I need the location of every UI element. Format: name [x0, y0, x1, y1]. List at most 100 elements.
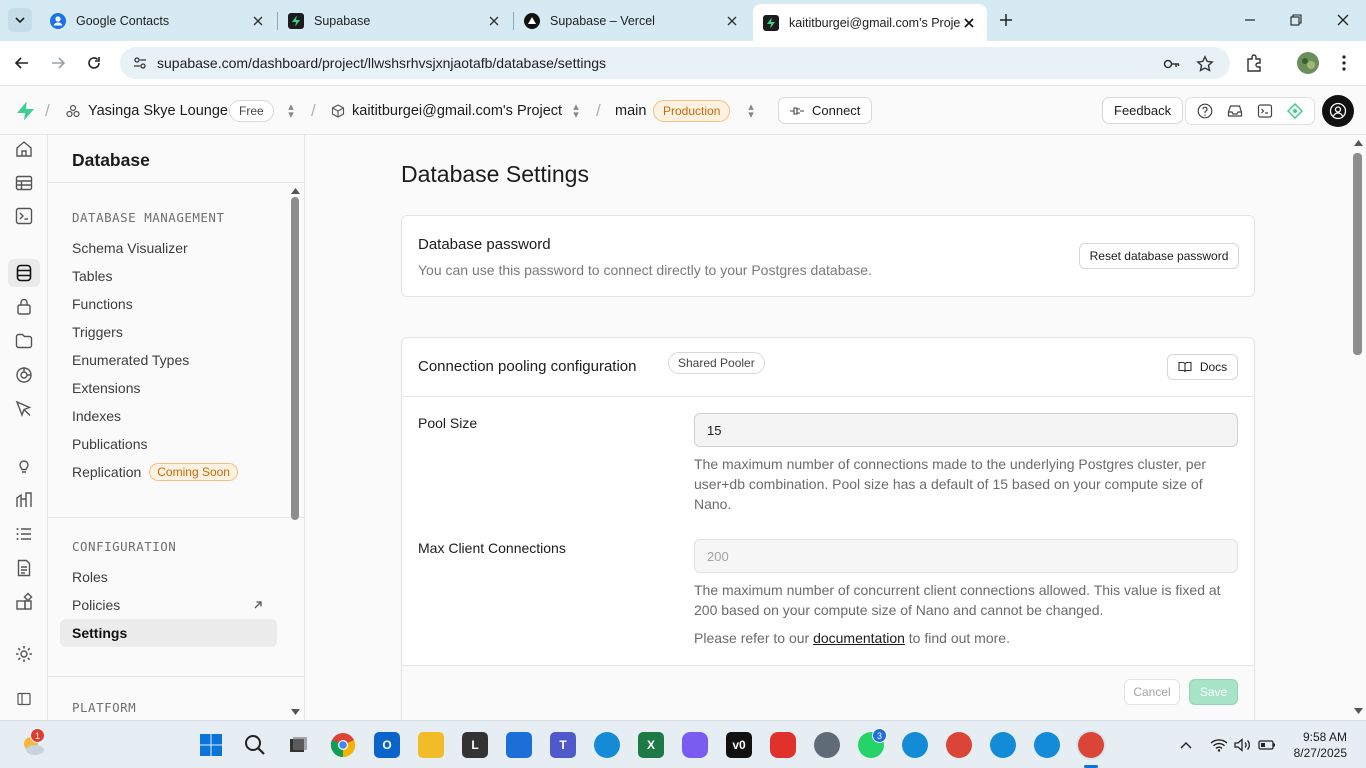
api-docs-icon[interactable] — [14, 558, 34, 578]
org-switcher-chevron-icon[interactable]: ▴ ▾ — [286, 86, 296, 135]
close-tab-icon[interactable] — [486, 13, 502, 29]
tab-search-dropdown-icon[interactable] — [8, 8, 32, 32]
volume-icon[interactable] — [1234, 721, 1252, 768]
forward-icon[interactable] — [46, 51, 70, 75]
project-name[interactable]: kaititburgei@gmail.com's Project — [352, 86, 562, 135]
pool-size-input[interactable]: 15 — [694, 413, 1238, 447]
password-key-icon[interactable] — [1162, 55, 1180, 73]
sql-editor-icon[interactable] — [14, 206, 34, 226]
profile-avatar-icon[interactable] — [1296, 51, 1320, 75]
branch-name[interactable]: main — [615, 86, 646, 135]
project-switcher-chevron-icon[interactable]: ▴ ▾ — [571, 86, 581, 135]
close-tab-icon[interactable] — [250, 13, 266, 29]
edge-third-profile-icon[interactable] — [1034, 732, 1060, 758]
site-info-icon[interactable] — [132, 55, 148, 71]
max-client-connections-input[interactable]: 200 — [694, 539, 1238, 573]
advisors-lightbulb-icon[interactable] — [14, 456, 34, 476]
save-button[interactable]: Save — [1189, 679, 1238, 705]
bookmark-star-icon[interactable] — [1196, 55, 1214, 73]
copilot-icon[interactable] — [682, 732, 708, 758]
home-icon[interactable] — [14, 139, 34, 159]
sidebar-item-extensions[interactable]: Extensions — [60, 374, 277, 402]
battery-icon[interactable] — [1258, 721, 1276, 768]
branch-switcher-chevron-icon[interactable]: ▴ ▾ — [746, 86, 756, 135]
reload-icon[interactable] — [82, 51, 106, 75]
database-icon[interactable] — [8, 259, 40, 287]
logs-list-icon[interactable] — [14, 524, 34, 544]
taskbar-clock[interactable]: 9:58 AM 8/27/2025 — [1290, 729, 1347, 761]
outlook-icon[interactable]: O — [374, 732, 400, 758]
extensions-icon[interactable] — [1242, 51, 1266, 75]
connect-button[interactable]: Connect — [778, 86, 873, 135]
assistant-diamond-icon[interactable] — [1287, 103, 1303, 119]
sidebar-item-publications[interactable]: Publications — [60, 430, 277, 458]
cancel-button[interactable]: Cancel — [1124, 679, 1180, 705]
inbox-icon[interactable] — [1227, 103, 1243, 119]
terminal-icon[interactable] — [1257, 103, 1273, 119]
documentation-link[interactable]: documentation — [813, 630, 905, 646]
sidebar-item-replication[interactable]: Replication Coming Soon — [60, 458, 277, 486]
sidebar-scrollbar[interactable] — [291, 197, 299, 520]
project-settings-gear-icon[interactable] — [14, 644, 34, 664]
docs-button[interactable]: Docs — [1167, 354, 1238, 380]
edge-second-profile-icon[interactable] — [990, 732, 1016, 758]
anydesk-icon[interactable] — [770, 732, 796, 758]
url-omnibox[interactable]: supabase.com/dashboard/project/llwshsrhv… — [120, 47, 1230, 79]
teams-icon[interactable]: T — [550, 732, 576, 758]
authentication-icon[interactable] — [14, 297, 34, 317]
tab-vercel[interactable]: Supabase – Vercel — [514, 6, 750, 36]
sidebar-item-enumerated-types[interactable]: Enumerated Types — [60, 346, 277, 374]
page-scrollbar[interactable] — [1353, 153, 1362, 355]
show-hidden-icons-chevron-icon[interactable] — [1180, 721, 1192, 768]
realtime-icon[interactable] — [14, 399, 34, 419]
reports-icon[interactable] — [14, 490, 34, 510]
wifi-icon[interactable] — [1210, 721, 1228, 768]
sidebar-item-roles[interactable]: Roles — [60, 563, 277, 591]
sidebar-item-settings[interactable]: Settings — [60, 619, 277, 647]
new-tab-icon[interactable] — [994, 8, 1018, 32]
feedback-button[interactable]: Feedback — [1102, 86, 1184, 135]
v0-icon[interactable]: v0 — [726, 732, 752, 758]
tab-supabase[interactable]: Supabase — [278, 6, 512, 36]
table-editor-icon[interactable] — [14, 173, 34, 193]
task-view-icon[interactable] — [285, 732, 311, 758]
sidebar-item-policies[interactable]: Policies — [60, 591, 277, 619]
app-l-icon[interactable]: L — [462, 732, 488, 758]
back-icon[interactable] — [10, 51, 34, 75]
close-tab-icon[interactable] — [961, 15, 977, 31]
org-name[interactable]: Yasinga Skye Lounge — [88, 86, 228, 135]
sidebar-item-triggers[interactable]: Triggers — [60, 318, 277, 346]
page-scroll-up-arrow-icon[interactable] — [1354, 139, 1363, 146]
chrome-work-profile-icon[interactable] — [946, 732, 972, 758]
scroll-up-arrow-icon[interactable] — [291, 187, 300, 194]
settings-gear-icon[interactable] — [814, 732, 840, 758]
sidebar-item-schema-visualizer[interactable]: Schema Visualizer — [60, 234, 277, 262]
microsoft-store-icon[interactable] — [506, 732, 532, 758]
chrome-profile-icon[interactable] — [330, 732, 356, 758]
sidebar-item-tables[interactable]: Tables — [60, 262, 277, 290]
sidebar-item-functions[interactable]: Functions — [60, 290, 277, 318]
chrome-active-icon[interactable] — [1078, 732, 1104, 758]
close-window-icon[interactable] — [1331, 8, 1355, 32]
scroll-down-arrow-icon[interactable] — [291, 709, 300, 716]
search-icon[interactable] — [242, 732, 268, 758]
windows-start-icon[interactable] — [198, 732, 224, 758]
excel-icon[interactable]: X — [638, 732, 664, 758]
help-icon[interactable] — [1197, 103, 1213, 119]
page-scroll-down-arrow-icon[interactable] — [1354, 708, 1363, 715]
restore-icon[interactable] — [1284, 8, 1308, 32]
storage-icon[interactable] — [14, 331, 34, 351]
file-explorer-icon[interactable] — [418, 732, 444, 758]
integrations-icon[interactable] — [14, 592, 34, 612]
tab-google-contacts[interactable]: Google Contacts — [40, 6, 276, 36]
edge-profile-icon[interactable] — [902, 732, 928, 758]
browser-menu-icon[interactable] — [1332, 51, 1356, 75]
close-tab-icon[interactable] — [724, 13, 740, 29]
sidebar-item-indexes[interactable]: Indexes — [60, 402, 277, 430]
minimize-icon[interactable] — [1238, 8, 1262, 32]
edge-icon[interactable] — [594, 732, 620, 758]
user-avatar-icon[interactable] — [1322, 95, 1354, 127]
collapse-sidebar-icon[interactable] — [14, 689, 34, 709]
supabase-logo-icon[interactable] — [16, 86, 35, 135]
edge-functions-icon[interactable] — [14, 365, 34, 385]
